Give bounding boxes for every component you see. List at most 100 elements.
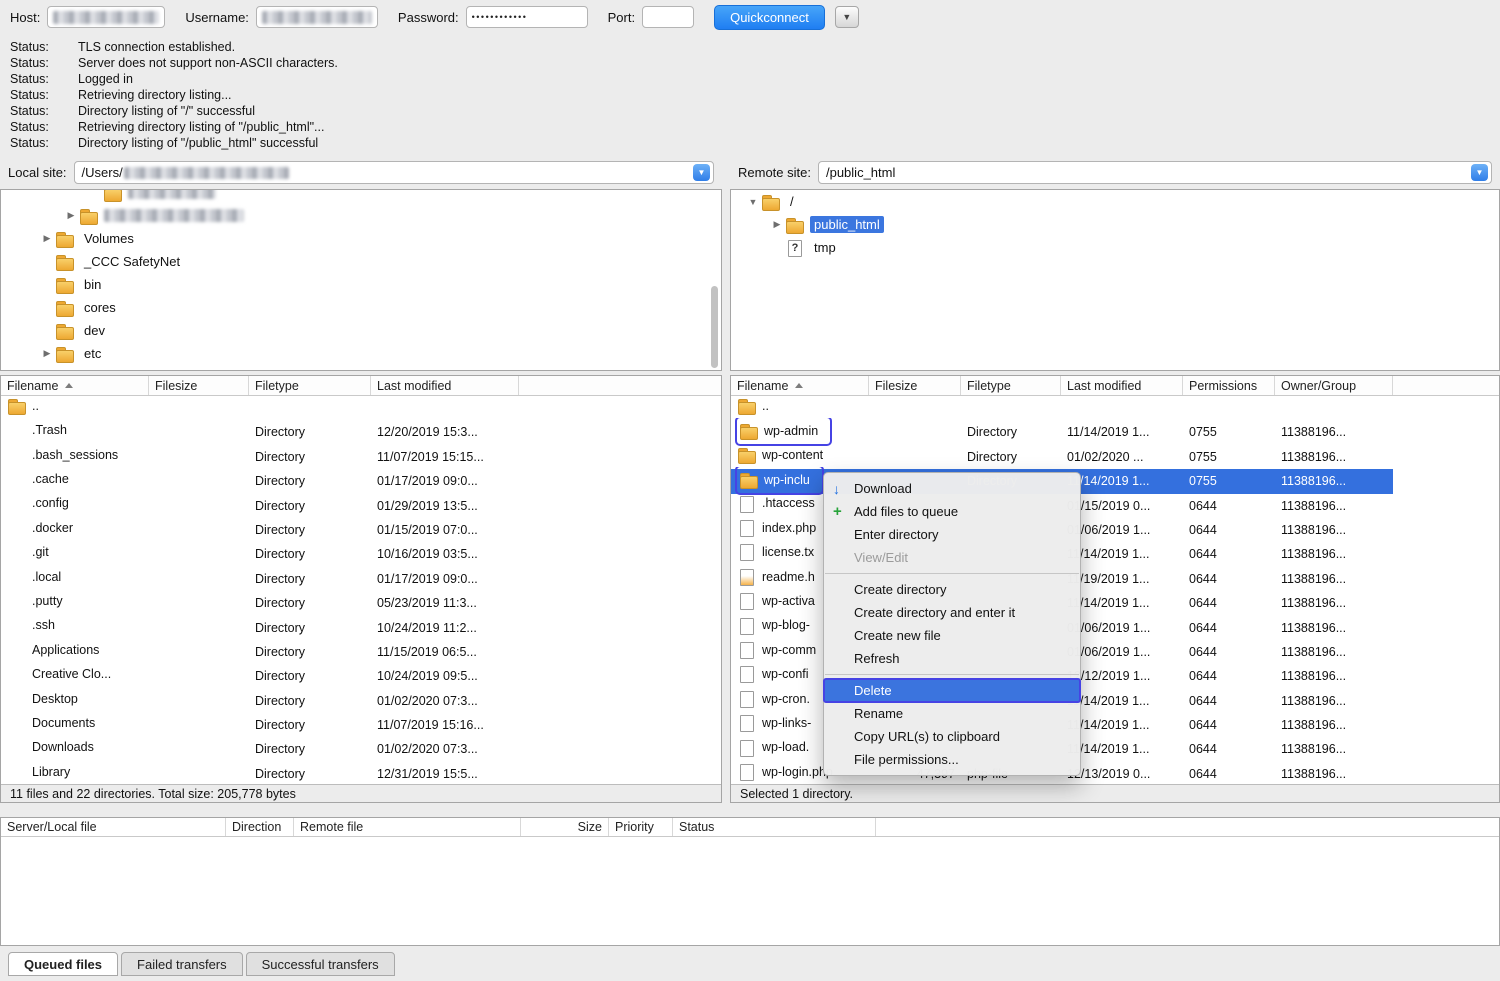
host-input[interactable]: [47, 6, 165, 28]
tree-item[interactable]: bin: [1, 273, 721, 296]
file-row[interactable]: Desktop Directory 01/02/2020 07:3...: [1, 689, 721, 713]
column-header-filesize[interactable]: Filesize: [149, 376, 249, 395]
file-row[interactable]: .cache Directory 01/17/2019 09:0...: [1, 469, 721, 493]
tree-item[interactable]: public_html: [731, 213, 1499, 236]
remote-directory-tree[interactable]: / public_html tmp: [730, 189, 1500, 371]
file-row[interactable]: wp-admin Directory 11/14/2019 1... 0755 …: [731, 420, 1393, 444]
tri-right-icon[interactable]: [63, 210, 79, 221]
annotation-target: wp-cron.: [737, 687, 810, 711]
column-header-remote-file[interactable]: Remote file: [294, 818, 521, 836]
column-header-last-modified[interactable]: Last modified: [371, 376, 519, 395]
file-row[interactable]: .ssh Directory 10/24/2019 11:2...: [1, 616, 721, 640]
username-input[interactable]: [256, 6, 378, 28]
tri-right-icon[interactable]: [39, 348, 55, 359]
quickconnect-dropdown-button[interactable]: ▼: [835, 6, 859, 28]
tree-item[interactable]: tmp: [731, 236, 1499, 259]
file-row[interactable]: .git Directory 10/16/2019 03:5...: [1, 542, 721, 566]
chevron-down-icon[interactable]: ▼: [1471, 164, 1488, 181]
column-header-filename[interactable]: Filename: [1, 376, 149, 395]
context-menu-item[interactable]: Create directory and enter it: [824, 601, 1080, 624]
column-header-filename[interactable]: Filename: [731, 376, 869, 395]
file-permissions: 0644: [1183, 616, 1275, 640]
tree-item-label: Volumes: [80, 230, 138, 247]
file-type: Directory: [249, 689, 371, 713]
file-name: wp-comm: [762, 638, 816, 662]
tab[interactable]: Successful transfers: [246, 952, 395, 976]
file-row[interactable]: .config Directory 01/29/2019 13:5...: [1, 494, 721, 518]
context-menu-item[interactable]: Download: [824, 477, 1080, 500]
status-log-line: Status: Directory listing of "/" success…: [10, 103, 1490, 119]
context-menu-item[interactable]: [824, 569, 1080, 578]
context-menu-item[interactable]: Create new file: [824, 624, 1080, 647]
tree-item[interactable]: cores: [1, 296, 721, 319]
chevron-down-icon[interactable]: ▼: [693, 164, 710, 181]
file-row[interactable]: .local Directory 01/17/2019 09:0...: [1, 567, 721, 591]
context-menu-item[interactable]: File permissions...: [824, 748, 1080, 771]
context-menu-item[interactable]: Refresh: [824, 647, 1080, 670]
file-row[interactable]: Downloads Directory 01/02/2020 07:3...: [1, 737, 721, 761]
file-name: wp-load.: [762, 735, 809, 759]
column-header-last-modified[interactable]: Last modified: [1061, 376, 1183, 395]
tree-item[interactable]: [1, 189, 721, 204]
file-row[interactable]: Documents Directory 11/07/2019 15:16...: [1, 713, 721, 737]
html-icon: [737, 569, 757, 585]
tri-right-icon[interactable]: [769, 219, 785, 230]
local-directory-tree[interactable]: Volumes _CCC SafetyNet bin co: [0, 189, 722, 371]
file-row[interactable]: Applications Directory 11/15/2019 06:5..…: [1, 640, 721, 664]
tree-item[interactable]: dev: [1, 319, 721, 342]
local-path-dropdown[interactable]: /Users/ ▼: [74, 161, 714, 184]
file-row[interactable]: .putty Directory 05/23/2019 11:3...: [1, 591, 721, 615]
tree-item[interactable]: Volumes: [1, 227, 721, 250]
remote-path-dropdown[interactable]: /public_html ▼: [818, 161, 1492, 184]
file-row[interactable]: ..: [731, 396, 1393, 420]
context-menu-item[interactable]: [824, 670, 1080, 679]
port-input[interactable]: [642, 6, 694, 28]
context-menu-item[interactable]: Rename: [824, 702, 1080, 725]
context-menu-item[interactable]: Enter directory: [824, 523, 1080, 546]
column-header-server-local-file[interactable]: Server/Local file: [1, 818, 226, 836]
column-header-owner-group[interactable]: Owner/Group: [1275, 376, 1393, 395]
file-modified: 11/14/2019 1...: [1061, 420, 1183, 444]
file-row[interactable]: ..: [1, 396, 721, 420]
column-header-priority[interactable]: Priority: [609, 818, 673, 836]
file-owner-group: 11388196...: [1275, 762, 1393, 784]
annotation-target: readme.h: [737, 565, 815, 589]
file-permissions: 0644: [1183, 542, 1275, 566]
scrollbar-thumb[interactable]: [711, 286, 718, 368]
file-row[interactable]: .docker Directory 01/15/2019 07:0...: [1, 518, 721, 542]
tree-item[interactable]: _CCC SafetyNet: [1, 250, 721, 273]
context-menu-item[interactable]: Create directory: [824, 578, 1080, 601]
file-row[interactable]: Creative Clo... Directory 10/24/2019 09:…: [1, 664, 721, 688]
tab[interactable]: Queued files: [8, 952, 118, 976]
tree-item[interactable]: /: [731, 190, 1499, 213]
column-header-direction[interactable]: Direction: [226, 818, 294, 836]
column-header-permissions[interactable]: Permissions: [1183, 376, 1275, 395]
file-icon: [737, 544, 757, 560]
password-input[interactable]: ••••••••••••: [466, 6, 588, 28]
file-row[interactable]: Library Directory 12/31/2019 15:5...: [1, 762, 721, 784]
status-log-line: Status: Server does not support non-ASCI…: [10, 55, 1490, 71]
context-menu-item[interactable]: View/Edit: [824, 546, 1080, 569]
column-header-size[interactable]: Size: [521, 818, 609, 836]
column-header-filetype[interactable]: Filetype: [249, 376, 371, 395]
file-row[interactable]: .bash_sessions Directory 11/07/2019 15:1…: [1, 445, 721, 469]
folder-icon: [55, 346, 75, 362]
column-header-status[interactable]: Status: [673, 818, 876, 836]
column-header-filetype[interactable]: Filetype: [961, 376, 1061, 395]
column-header-filesize[interactable]: Filesize: [869, 376, 961, 395]
file-row[interactable]: wp-content Directory 01/02/2020 ... 0755…: [731, 445, 1393, 469]
tri-right-icon[interactable]: [39, 233, 55, 244]
tree-item[interactable]: etc: [1, 342, 721, 365]
tree-item[interactable]: [1, 204, 721, 227]
tree-item-label: /: [786, 193, 798, 210]
tri-down-icon[interactable]: [745, 197, 761, 207]
annotation-target: .htaccess: [737, 491, 815, 515]
file-row[interactable]: .Trash Directory 12/20/2019 15:3...: [1, 420, 721, 444]
context-menu-item[interactable]: Copy URL(s) to clipboard: [824, 725, 1080, 748]
context-menu-item[interactable]: Delete: [824, 679, 1080, 702]
quickconnect-button[interactable]: Quickconnect: [714, 5, 825, 30]
context-menu-item[interactable]: Add files to queue: [824, 500, 1080, 523]
tree-item-label: etc: [80, 345, 105, 362]
file-modified: 05/23/2019 11:3...: [371, 591, 519, 615]
tab[interactable]: Failed transfers: [121, 952, 243, 976]
